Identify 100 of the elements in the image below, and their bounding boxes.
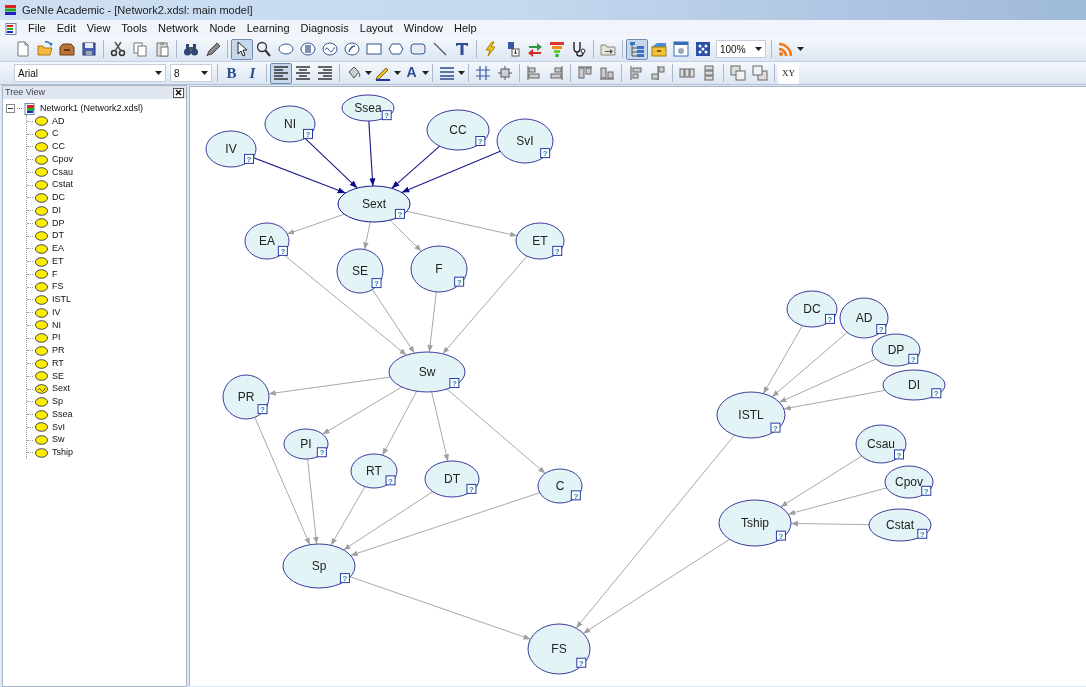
network-node[interactable] — [426, 109, 490, 151]
status-badge: ? — [876, 324, 887, 335]
network-node[interactable] — [283, 428, 329, 460]
tree-item[interactable]: Sp — [52, 395, 63, 409]
tree-item[interactable]: DI — [52, 203, 61, 218]
font-size-dropdown[interactable]: 8 — [170, 64, 212, 82]
network-node[interactable] — [424, 460, 480, 498]
network-node[interactable] — [839, 297, 889, 339]
clipboard-icon — [154, 41, 170, 57]
menu-item[interactable]: Network — [153, 20, 204, 37]
font-dropdown[interactable]: Arial — [14, 64, 166, 82]
caret-icon[interactable] — [394, 71, 401, 75]
arc-arrow[interactable] — [368, 120, 376, 187]
tree-item[interactable]: AD — [52, 114, 65, 129]
tree-item[interactable]: Ssea — [52, 407, 73, 422]
tree-item[interactable]: DP — [52, 216, 65, 231]
tree-list-button[interactable] — [626, 38, 648, 60]
network-node[interactable] — [871, 333, 921, 367]
network-node[interactable] — [282, 543, 356, 589]
menu-item[interactable]: Learning — [241, 20, 295, 37]
bold-button[interactable]: B — [221, 62, 242, 84]
coordinates-button[interactable]: XY — [778, 62, 799, 84]
tree-item[interactable]: Sw — [52, 433, 65, 447]
network-node[interactable] — [855, 424, 907, 464]
align-left-button[interactable] — [270, 62, 292, 84]
network-node[interactable] — [410, 245, 468, 293]
tree-item[interactable]: ISTL — [52, 293, 71, 307]
send-to-back-button[interactable] — [749, 62, 771, 84]
zoom-dropdown[interactable]: 100% — [716, 40, 766, 58]
network-node[interactable] — [718, 499, 792, 547]
network-node[interactable] — [537, 468, 583, 504]
status-badge: ? — [475, 136, 486, 147]
tree-item[interactable]: Network1 (Network2.xdsl) — [40, 101, 144, 116]
node-label: Cpov — [895, 475, 923, 489]
menu-item[interactable]: Diagnosis — [295, 20, 354, 37]
menu-item[interactable]: View — [81, 20, 116, 37]
tree-item[interactable]: Sext — [52, 382, 70, 396]
tree-item[interactable]: C — [52, 127, 59, 141]
tree-item[interactable]: DC — [52, 191, 65, 205]
caret-icon[interactable] — [422, 71, 429, 75]
arc-arrow[interactable] — [363, 221, 371, 250]
collapse-icon[interactable] — [6, 104, 15, 113]
network-node[interactable] — [884, 465, 934, 499]
menu-item[interactable]: Edit — [51, 20, 81, 37]
tree-item[interactable]: SvI — [52, 420, 65, 435]
network-node[interactable] — [868, 508, 932, 542]
network-node[interactable] — [882, 369, 946, 401]
caret-icon[interactable] — [797, 47, 804, 51]
network-node[interactable] — [264, 105, 316, 143]
tree-item[interactable]: Tship — [52, 446, 73, 460]
network-node[interactable] — [336, 248, 384, 294]
tree-item[interactable]: Cstat — [52, 178, 73, 192]
menu-item[interactable]: Help — [449, 20, 482, 37]
network-node[interactable] — [388, 351, 466, 393]
document-icon[interactable] — [4, 22, 18, 35]
tree-item[interactable]: F — [52, 267, 58, 282]
network-node[interactable] — [515, 222, 565, 260]
tree-item[interactable]: EA — [52, 242, 64, 256]
tree-item[interactable]: SE — [52, 369, 64, 384]
network-node[interactable] — [222, 374, 270, 420]
menu-item[interactable]: Tools — [116, 20, 153, 37]
network-node[interactable] — [205, 130, 257, 168]
window-button[interactable] — [670, 38, 692, 60]
tree-item[interactable]: CC — [52, 140, 65, 154]
tree-item[interactable]: Csau — [52, 165, 73, 180]
tree-item[interactable]: DT — [52, 229, 64, 243]
tree-item[interactable]: IV — [52, 305, 61, 320]
network-node[interactable] — [341, 94, 395, 122]
menu-item[interactable]: Window — [398, 20, 448, 37]
caret-icon[interactable] — [365, 71, 372, 75]
bring-to-front-button[interactable] — [727, 62, 749, 84]
font-color-button[interactable]: A — [401, 62, 422, 84]
network-node[interactable] — [716, 391, 786, 439]
pointer-button[interactable] — [231, 38, 253, 60]
network-node[interactable] — [496, 118, 554, 164]
tree-item[interactable]: PI — [52, 331, 61, 345]
menu-item[interactable]: File — [23, 20, 51, 37]
italic-button[interactable]: I — [242, 62, 263, 84]
arc-arrow[interactable] — [391, 145, 441, 189]
network-node[interactable] — [786, 290, 838, 328]
caret-icon[interactable] — [458, 71, 465, 75]
tree-item[interactable]: Cpov — [52, 152, 73, 167]
arc-arrow[interactable] — [401, 150, 501, 193]
arc-arrow[interactable] — [304, 137, 358, 189]
funnel-icon — [549, 41, 565, 57]
network-node[interactable] — [337, 185, 411, 223]
tree-item[interactable]: PR — [52, 344, 65, 358]
align-right-icon — [317, 65, 333, 81]
menu-item[interactable]: Layout — [354, 20, 398, 37]
tree-item[interactable]: NI — [52, 318, 61, 333]
tree-item[interactable]: RT — [52, 356, 64, 371]
arc-arrow[interactable] — [252, 156, 347, 194]
tree-item[interactable]: FS — [52, 280, 64, 294]
network-node[interactable] — [350, 453, 398, 489]
network-node[interactable] — [244, 222, 290, 260]
close-button[interactable] — [173, 87, 184, 98]
menu-item[interactable]: Node — [204, 20, 241, 37]
status-badge: ? — [917, 528, 928, 539]
tree-item[interactable]: ET — [52, 254, 64, 269]
network-node[interactable] — [527, 623, 591, 675]
